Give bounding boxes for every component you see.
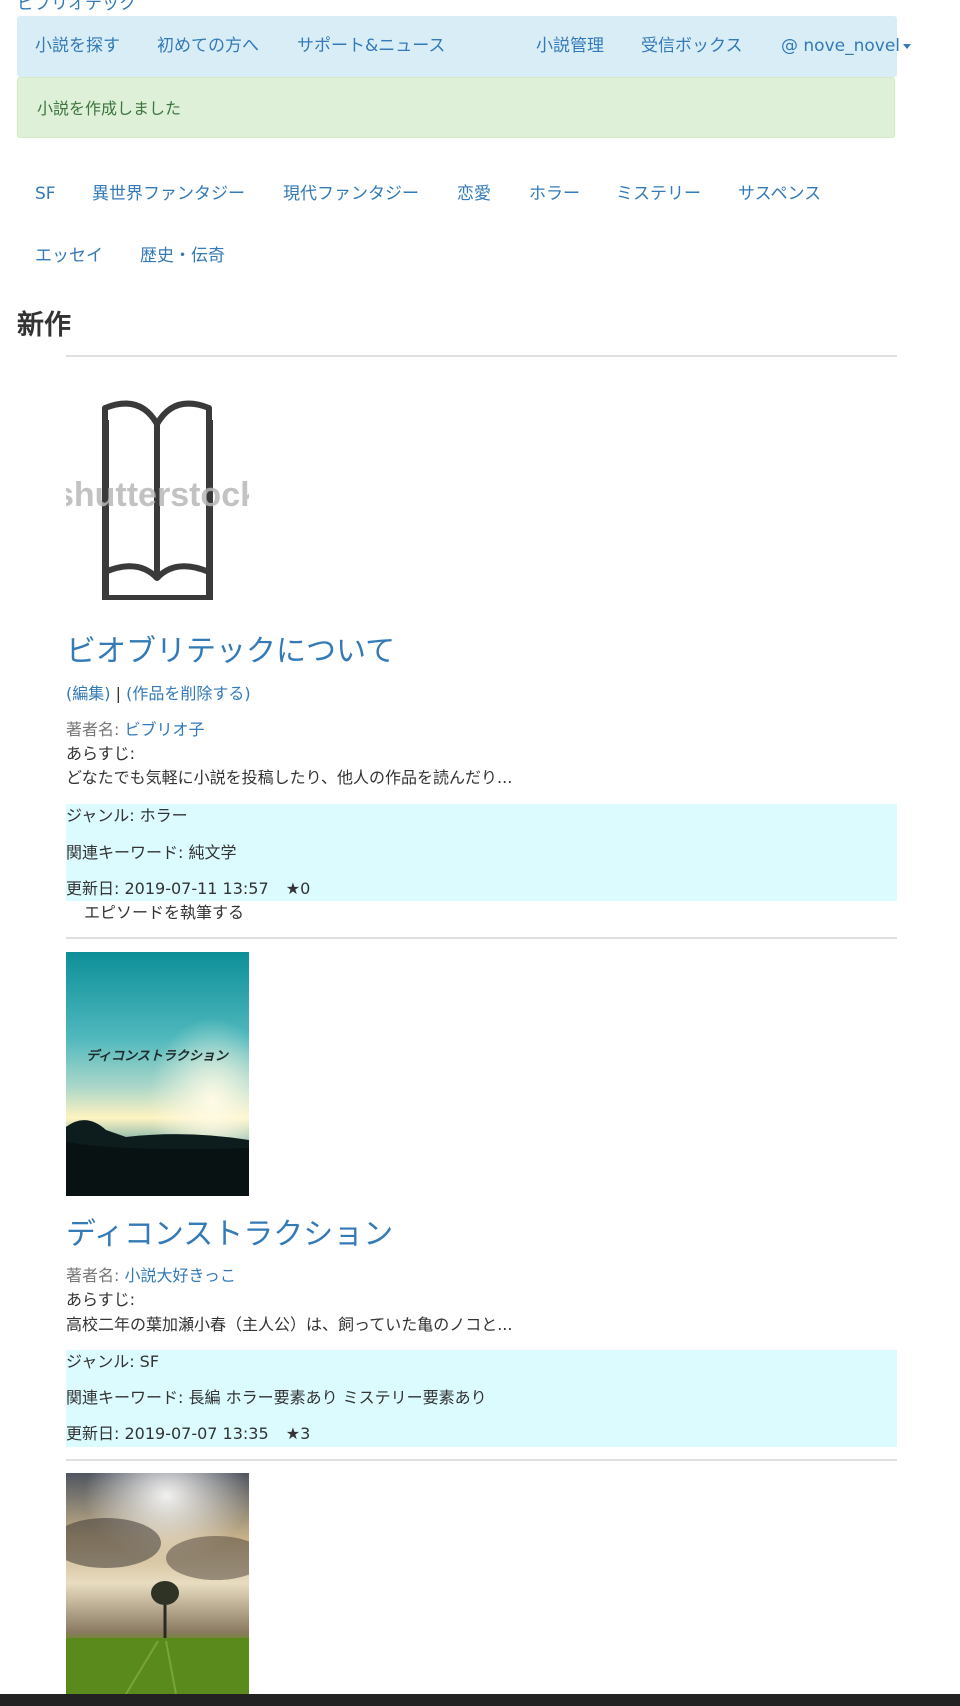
cover-art [66, 1473, 249, 1694]
cover-watermark: shutterstock [66, 476, 249, 514]
updated-date: 更新日: 2019-07-11 13:57 [66, 879, 269, 898]
novel-cover-image[interactable]: shutterstock [66, 390, 249, 600]
genre-info: ジャンル: ホラー [66, 806, 188, 825]
genre-link-suspense[interactable]: サスペンス [738, 182, 821, 206]
divider [66, 1459, 897, 1461]
cover-art: ディコンストラクション [66, 952, 249, 1196]
novel-cover-image[interactable] [66, 1473, 249, 1694]
nav-inbox[interactable]: 受信ボックス [641, 16, 743, 77]
alert-message: 小説を作成しました [37, 99, 182, 118]
author-row: 著者名: ビブリオ子 [66, 718, 205, 742]
updated-info: 更新日: 2019-07-11 13:57 ★0 [66, 877, 310, 901]
synopsis-label: あらすじ: [66, 744, 136, 763]
author-row: 著者名: 小説大好きっこ [66, 1264, 236, 1288]
open-book-icon: shutterstock [66, 400, 249, 600]
star-count: ★3 [285, 1424, 311, 1443]
novel-title[interactable]: ディコンストラクション [66, 1215, 393, 1255]
author-link[interactable]: ビブリオ子 [125, 720, 205, 739]
delete-novel-link[interactable]: (作品を削除する) [126, 684, 251, 703]
author-link[interactable]: 小説大好きっこ [125, 1266, 236, 1285]
nav-manage-novels[interactable]: 小説管理 [536, 16, 604, 77]
caret-down-icon [903, 43, 912, 49]
novel-info-box: ジャンル: SF 関連キーワード: 長編 ホラー要素あり ミステリー要素あり 更… [66, 1350, 897, 1447]
genre-link-essay[interactable]: エッセイ [35, 244, 103, 268]
divider [66, 937, 897, 939]
nav-search-novels[interactable]: 小説を探す [35, 16, 120, 77]
genre-link-isekai-fantasy[interactable]: 異世界ファンタジー [92, 182, 245, 206]
write-episode-link[interactable]: エピソードを執筆する [84, 901, 244, 925]
divider [66, 355, 897, 357]
novel-info-box: ジャンル: ホラー 関連キーワード: 純文学 更新日: 2019-07-11 1… [66, 804, 897, 901]
novel-cover-image[interactable]: ディコンストラクション [66, 952, 249, 1196]
updated-date: 更新日: 2019-07-07 13:35 [66, 1424, 269, 1443]
nav-beginners[interactable]: 初めての方へ [157, 16, 259, 77]
site-brand[interactable]: ビブリオテック [17, 0, 136, 14]
synopsis-text: 高校二年の葉加瀬小春（主人公）は、飼っていた亀のノコと... [66, 1315, 513, 1334]
system-bottom-bar [0, 1694, 960, 1706]
keywords-info: 関連キーワード: 純文学 [66, 843, 237, 862]
top-navbar: 小説を探す 初めての方へ サポート&ニュース 小説管理 受信ボックス @ nov… [17, 16, 912, 77]
genre-link-mystery[interactable]: ミステリー [616, 182, 701, 206]
genre-link-horror[interactable]: ホラー [529, 182, 580, 206]
novel-actions: (編集) | (作品を削除する) [66, 682, 251, 706]
edit-link[interactable]: (編集) [66, 684, 111, 703]
genre-link-modern-fantasy[interactable]: 現代ファンタジー [283, 182, 419, 206]
action-separator: | [115, 684, 121, 703]
keywords-info: 関連キーワード: 長編 ホラー要素あり ミステリー要素あり [66, 1388, 487, 1407]
genre-link-romance[interactable]: 恋愛 [457, 182, 491, 206]
success-alert: 小説を作成しました [17, 77, 895, 138]
synopsis-label: あらすじ: [66, 1290, 136, 1309]
star-count: ★0 [285, 879, 311, 898]
nav-support-news[interactable]: サポート&ニュース [297, 16, 445, 77]
synopsis-text: どなたでも気軽に小説を投稿したり、他人の作品を読んだり... [66, 768, 513, 787]
genre-link-history[interactable]: 歴史・伝奇 [140, 244, 225, 268]
section-title-new: 新作 [17, 310, 71, 341]
author-label: 著者名: [66, 720, 120, 739]
cover-title-text: ディコンストラクション [86, 1048, 229, 1063]
author-label: 著者名: [66, 1266, 120, 1285]
user-menu-label: @ nove_novel [781, 36, 901, 56]
genre-link-sf[interactable]: SF [35, 182, 56, 206]
genre-info: ジャンル: SF [66, 1352, 160, 1371]
novel-title[interactable]: ビオブリテックについて [66, 632, 395, 672]
nav-user-menu[interactable]: @ nove_novel [781, 16, 912, 77]
updated-info: 更新日: 2019-07-07 13:35 ★3 [66, 1422, 310, 1446]
